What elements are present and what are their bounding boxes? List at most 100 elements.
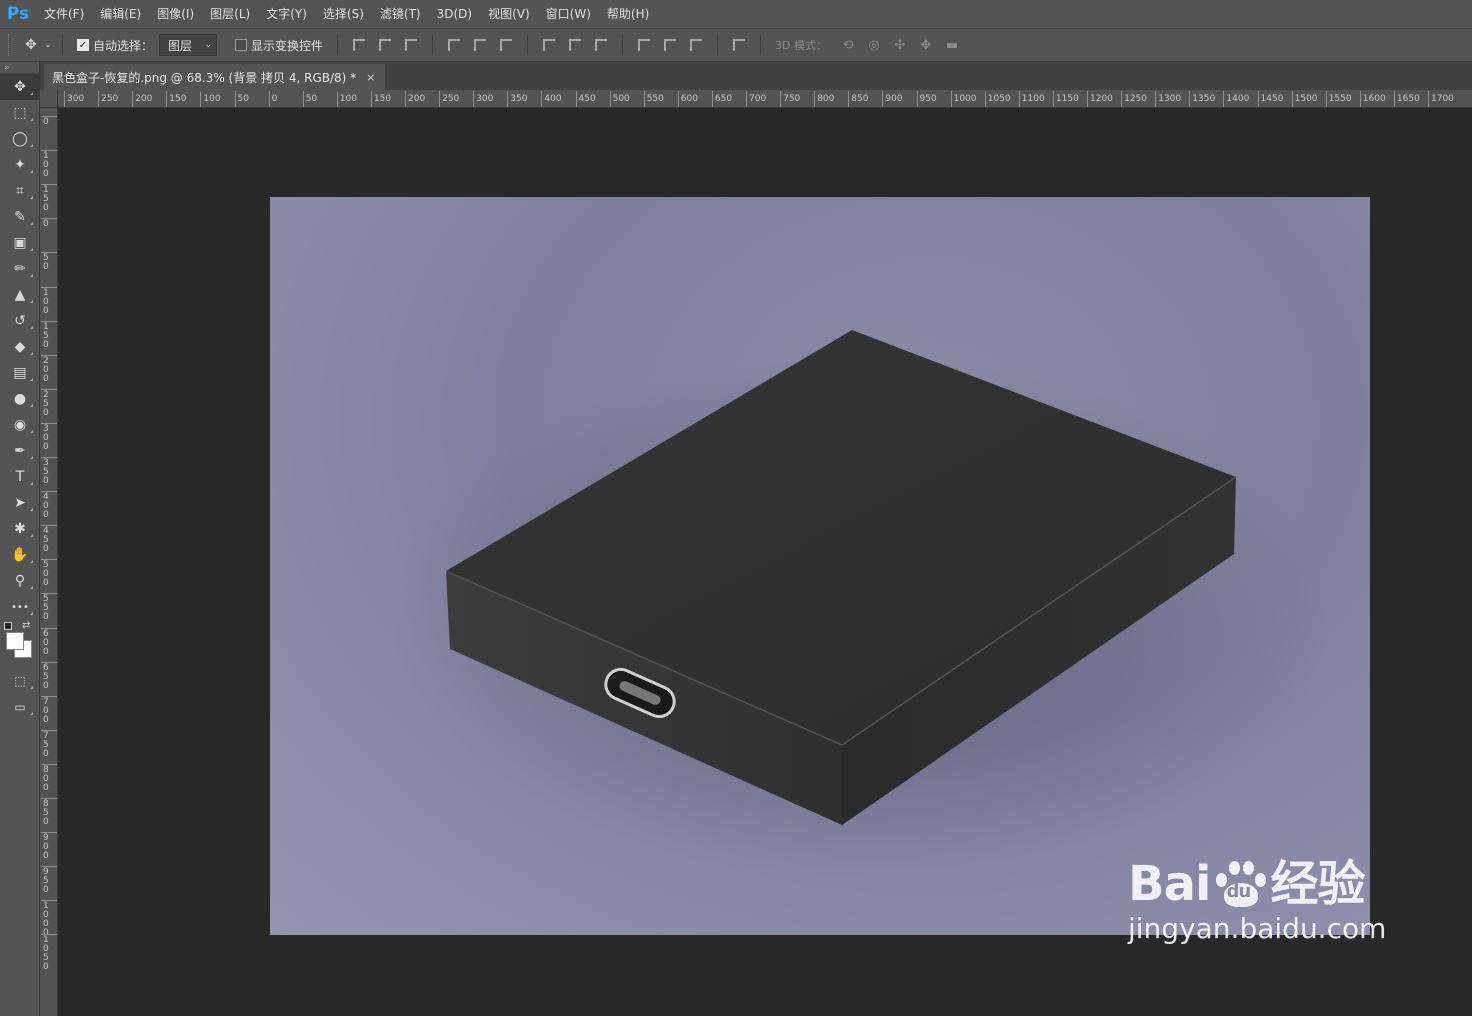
distribute-bottom-icon[interactable] [588, 34, 614, 56]
lasso-tool-icon[interactable]: ◯ [0, 126, 40, 152]
distribute-top-icon[interactable] [536, 34, 562, 56]
ruler-label: 50 [237, 94, 249, 104]
ruler-label: 1150 [1055, 94, 1079, 104]
close-icon[interactable]: × [366, 71, 375, 84]
slide-3d-icon[interactable]: ✥ [913, 34, 939, 56]
auto-align-icon[interactable] [726, 34, 752, 56]
menu-item[interactable]: 文字(Y) [258, 0, 315, 28]
default-colors-icon[interactable] [4, 622, 12, 630]
ruler-tick [234, 91, 236, 107]
ruler-label: 0 [43, 219, 49, 230]
orbit-3d-icon[interactable]: ⟲ [835, 34, 861, 56]
hand-tool-icon[interactable]: ✋ [0, 542, 40, 568]
menu-item[interactable]: 帮助(H) [599, 0, 657, 28]
document-tab-bar: 黑色盒子-恢复的.png @ 68.3% (背景 拷贝 4, RGB/8) * … [40, 62, 1472, 90]
ruler-label: 1400 [1226, 94, 1250, 104]
ruler-label: 250 [442, 94, 460, 104]
divider [62, 35, 63, 55]
ruler-tick [677, 91, 679, 107]
distribute-hcenter-icon[interactable] [657, 34, 683, 56]
menu-item[interactable]: 编辑(E) [92, 0, 149, 28]
stamp-tool-icon[interactable]: ▲ [0, 282, 40, 308]
tools-panel-collapse-icon[interactable]: » [0, 62, 39, 74]
ruler-corner[interactable] [40, 90, 58, 108]
ruler-tick [302, 91, 304, 107]
menu-item[interactable]: 滤镜(T) [372, 0, 429, 28]
zoom-tool-icon[interactable]: ⚲ [0, 568, 40, 594]
show-transform-checkbox[interactable] [235, 39, 248, 51]
document-canvas[interactable] [270, 197, 1370, 935]
swap-colors-icon[interactable]: ⇄ [22, 620, 30, 631]
ruler-tick [1087, 91, 1088, 107]
history-brush-tool-icon[interactable]: ↺ [0, 308, 40, 334]
document-tab[interactable]: 黑色盒子-恢复的.png @ 68.3% (背景 拷贝 4, RGB/8) * … [44, 64, 386, 90]
more-tools-icon[interactable]: ••• [0, 594, 40, 620]
pen-tool-icon[interactable]: ✒ [0, 438, 40, 464]
eraser-tool-icon[interactable]: ◆ [0, 334, 40, 360]
watermark-url: jingyan.baidu.com [1128, 912, 1387, 945]
move-tool-icon[interactable]: ✥ [0, 74, 40, 100]
menu-item[interactable]: 文件(F) [36, 0, 92, 28]
ruler-tick [64, 91, 65, 107]
shape-tool-icon[interactable]: ✱ [0, 516, 40, 542]
auto-select-dropdown[interactable]: 图层 ⌄ [159, 34, 218, 56]
eyedropper-tool-icon[interactable]: ✎ [0, 204, 40, 230]
align-left-icon[interactable] [441, 34, 467, 56]
baidu-watermark: Bai du 经验 jingyan.baidu.com [1128, 858, 1386, 944]
ruler-label: 850 [43, 799, 49, 827]
vertical-ruler[interactable]: 0 100 150 0 50 100 150 200 250 300 350 400 450 500 550… [40, 108, 58, 1016]
brush-tool-icon[interactable]: ✏ [0, 256, 40, 282]
ruler-label: 700 [749, 94, 767, 104]
ruler-tick [1018, 91, 1020, 107]
dodge-tool-icon[interactable]: ◉ [0, 412, 40, 438]
watermark-brand-mid: du [1226, 881, 1251, 902]
blur-tool-icon[interactable]: ● [0, 386, 40, 412]
ruler-label: 550 [43, 594, 49, 623]
menu-item[interactable]: 图像(I) [149, 0, 202, 28]
move-tool-preset-icon[interactable]: ✥ [20, 34, 42, 56]
menu-item[interactable]: 图层(L) [202, 0, 258, 28]
document-tab-title: 黑色盒子-恢复的.png @ 68.3% (背景 拷贝 4, RGB/8) * [52, 70, 357, 85]
foreground-color-swatch[interactable] [6, 632, 24, 650]
menu-item[interactable]: 选择(S) [315, 0, 372, 28]
align-right-icon[interactable] [493, 34, 519, 56]
menu-item[interactable]: 3D(D) [429, 0, 480, 28]
divider [337, 35, 339, 55]
ruler-tick [575, 91, 577, 107]
chevron-down-icon[interactable]: ⌄ [42, 34, 54, 56]
crop-tool-icon[interactable]: ⌗ [0, 178, 40, 204]
auto-select-checkbox[interactable]: ✓ [77, 39, 89, 51]
align-bottom-icon[interactable] [398, 34, 424, 56]
distribute-left-icon[interactable] [631, 34, 657, 56]
path-select-tool-icon[interactable]: ➤ [0, 490, 40, 516]
menu-items: 文件(F) 编辑(E) 图像(I) 图层(L) 文字(Y) 选择(S) 滤镜(T) 3D(D)… [36, 0, 657, 28]
ruler-label: 300 [67, 94, 85, 104]
align-top-icon[interactable] [346, 34, 372, 56]
horizontal-ruler[interactable]: 300 250 200 150 100 50 0 50 100 150 200 250 300 350 40… [58, 90, 1472, 108]
ruler-tick [405, 91, 406, 107]
menu-item[interactable]: 窗口(W) [538, 0, 599, 28]
camera-3d-icon[interactable]: ▬ [939, 34, 965, 56]
frame-tool-icon[interactable]: ▣ [0, 230, 40, 256]
ruler-label: 600 [43, 628, 49, 657]
ruler-label: 950 [43, 867, 49, 896]
type-tool-icon[interactable]: T [0, 464, 40, 490]
marquee-tool-icon[interactable]: ⬚ [0, 100, 40, 126]
ruler-tick [984, 91, 986, 107]
ruler-label: 1050 [987, 94, 1011, 104]
tools-panel: » ✥ ⬚ ◯ ✦ ⌗ ✎ ▣ ✏ ▲ ↺ ◆ ▤ ● ◉ ✒ T ➤ ✱ ✋ ⚲ ••• ⇄ ⬚ ▭ [0, 62, 40, 1016]
magic-wand-tool-icon[interactable]: ✦ [0, 152, 40, 178]
roll-3d-icon[interactable]: ◎ [861, 34, 887, 56]
quick-mask-icon[interactable]: ⬚ [0, 668, 40, 694]
distribute-right-icon[interactable] [683, 34, 709, 56]
ruler-tick [1393, 91, 1395, 107]
ruler-label: 1450 [1260, 94, 1284, 104]
drag-3d-icon[interactable]: ✣ [887, 34, 913, 56]
distribute-vcenter-icon[interactable] [562, 34, 588, 56]
align-hcenter-icon[interactable] [467, 34, 493, 56]
menu-item[interactable]: 视图(V) [480, 0, 538, 28]
align-vcenter-icon[interactable] [372, 34, 398, 56]
ruler-label: 1000 [953, 94, 977, 104]
gradient-tool-icon[interactable]: ▤ [0, 360, 40, 386]
screen-mode-icon[interactable]: ▭ [0, 694, 40, 720]
